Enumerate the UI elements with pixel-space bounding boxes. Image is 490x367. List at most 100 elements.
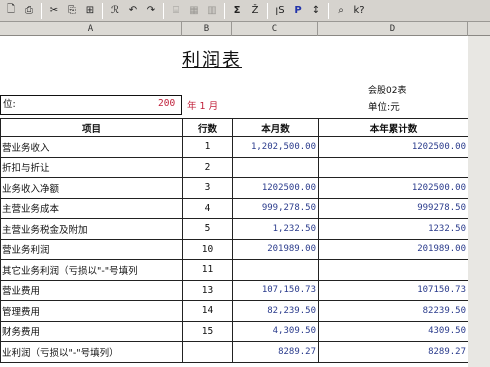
column-header-a[interactable]: A bbox=[0, 22, 182, 36]
copy-icon[interactable]: ⎘ bbox=[64, 3, 80, 19]
cell-item[interactable]: 主营业务税金及附加 bbox=[0, 218, 183, 240]
p-icon[interactable]: P bbox=[290, 3, 306, 19]
toolbar-separator bbox=[163, 2, 164, 19]
cell-item[interactable]: 营业务收入 bbox=[0, 136, 183, 158]
column-header-d[interactable]: D bbox=[318, 22, 468, 36]
cell-item[interactable]: 其它业务利润（亏损以"-"号填列 bbox=[0, 259, 183, 281]
cell-item[interactable]: 业务收入净额 bbox=[0, 177, 183, 199]
table-row: 其它业务利润（亏损以"-"号填列 11 bbox=[0, 259, 469, 281]
cell-month[interactable]: 201989.00 bbox=[232, 238, 319, 260]
column-header-b[interactable]: B bbox=[182, 22, 232, 36]
cell-month[interactable] bbox=[232, 259, 319, 281]
cell-line[interactable]: 5 bbox=[182, 218, 233, 240]
table-row: 折扣与折让 2 bbox=[0, 156, 469, 178]
cell-month[interactable]: 4,309.50 bbox=[232, 320, 319, 342]
sort-icon[interactable]: Ž bbox=[247, 3, 263, 19]
cell-month[interactable]: 107,150.73 bbox=[232, 279, 319, 301]
cell-ytd[interactable]: 82239.50 bbox=[318, 300, 469, 322]
cell-line[interactable]: 15 bbox=[182, 320, 233, 342]
column-header-c[interactable]: C bbox=[232, 22, 318, 36]
font-icon[interactable]: ⌸ bbox=[168, 3, 184, 19]
print-icon[interactable]: ⎙ bbox=[21, 3, 37, 19]
format-painter-icon[interactable]: ℛ bbox=[107, 3, 123, 19]
sheet-edge bbox=[468, 36, 490, 367]
cell-month[interactable]: 999,278.50 bbox=[232, 197, 319, 219]
cell-ytd[interactable]: 1202500.00 bbox=[318, 136, 469, 158]
redo-icon[interactable]: ↷ bbox=[143, 3, 159, 19]
sum-icon[interactable]: Σ bbox=[229, 3, 245, 19]
cell-line[interactable]: 1 bbox=[182, 136, 233, 158]
cell-item[interactable]: 财务费用 bbox=[0, 320, 183, 342]
header-item[interactable]: 项目 bbox=[0, 118, 183, 137]
cell-month[interactable]: 82,239.50 bbox=[232, 300, 319, 322]
report-title: 利润表 bbox=[182, 50, 242, 71]
cell-line[interactable]: 2 bbox=[182, 156, 233, 178]
cell-ytd[interactable]: 1202500.00 bbox=[318, 177, 469, 199]
year-value: 200 bbox=[158, 98, 176, 109]
border-icon[interactable]: ▦ bbox=[186, 3, 202, 19]
table-row: 管理费用 14 82,239.50 82239.50 bbox=[0, 300, 469, 322]
cell-line[interactable] bbox=[182, 341, 233, 363]
table-row: 财务费用 15 4,309.50 4309.50 bbox=[0, 320, 469, 342]
table-row: 营业务利润 10 201989.00 201989.00 bbox=[0, 238, 469, 260]
cell-item[interactable]: 营业费用 bbox=[0, 279, 183, 301]
cell-ytd[interactable]: 1232.50 bbox=[318, 218, 469, 240]
table-row: 主营业务成本 4 999,278.50 999278.50 bbox=[0, 197, 469, 219]
unit-dept-cell[interactable]: 位: bbox=[0, 95, 182, 115]
unit-dept-label: 位: bbox=[3, 99, 16, 110]
income-statement-table: 项目 行数 本月数 本年累计数 营业务收入 1 1,202,500.00 120250… bbox=[0, 118, 469, 363]
header-ytd[interactable]: 本年累计数 bbox=[318, 118, 469, 137]
toolbar-separator bbox=[224, 2, 225, 19]
table-row: 业利润（亏损以"-"号填列） 8289.27 8289.27 bbox=[0, 341, 469, 363]
cell-month[interactable]: 1,232.50 bbox=[232, 218, 319, 240]
cell-line[interactable]: 4 bbox=[182, 197, 233, 219]
cell-line[interactable]: 10 bbox=[182, 238, 233, 260]
cell-ytd[interactable]: 201989.00 bbox=[318, 238, 469, 260]
paste-icon[interactable]: ⊞ bbox=[82, 3, 98, 19]
cell-item[interactable]: 营业务利润 bbox=[0, 238, 183, 260]
new-file-icon[interactable]: 🗋 bbox=[3, 3, 19, 19]
cell-month[interactable]: 1,202,500.00 bbox=[232, 136, 319, 158]
zoom-icon[interactable]: ⌕ bbox=[333, 3, 349, 19]
toolbar-separator bbox=[102, 2, 103, 19]
cell-ytd[interactable]: 999278.50 bbox=[318, 197, 469, 219]
table-row: 业务收入净额 3 1202500.00 1202500.00 bbox=[0, 177, 469, 199]
cell-month[interactable]: 1202500.00 bbox=[232, 177, 319, 199]
help-icon[interactable]: k? bbox=[351, 3, 367, 19]
chart-icon[interactable]: ꞁS bbox=[272, 3, 288, 19]
cell-line[interactable]: 3 bbox=[182, 177, 233, 199]
cell-line[interactable]: 11 bbox=[182, 259, 233, 281]
cell-item[interactable]: 折扣与折让 bbox=[0, 156, 183, 178]
currency-unit: 单位:元 bbox=[368, 102, 400, 113]
cell-ytd[interactable]: 8289.27 bbox=[318, 341, 469, 363]
cell-ytd[interactable] bbox=[318, 259, 469, 281]
header-month[interactable]: 本月数 bbox=[232, 118, 319, 137]
cell-ytd[interactable]: 4309.50 bbox=[318, 320, 469, 342]
merge-icon[interactable]: ▥ bbox=[204, 3, 220, 19]
table-row: 主营业务税金及附加 5 1,232.50 1232.50 bbox=[0, 218, 469, 240]
spreadsheet-area[interactable]: 利润表 会股02表 位: 200 年 1 月 单位:元 项目 行数 本月数 本年… bbox=[0, 36, 469, 367]
cut-icon[interactable]: ✂ bbox=[46, 3, 62, 19]
cell-line[interactable]: 14 bbox=[182, 300, 233, 322]
table-header-row: 项目 行数 本月数 本年累计数 bbox=[0, 118, 469, 137]
table-row: 营业务收入 1 1,202,500.00 1202500.00 bbox=[0, 136, 469, 158]
cell-item[interactable]: 业利润（亏损以"-"号填列） bbox=[0, 341, 183, 363]
undo-icon[interactable]: ↶ bbox=[125, 3, 141, 19]
toolbar-separator bbox=[41, 2, 42, 19]
cell-month[interactable] bbox=[232, 156, 319, 178]
cell-month[interactable]: 8289.27 bbox=[232, 341, 319, 363]
cell-ytd[interactable] bbox=[318, 156, 469, 178]
header-line[interactable]: 行数 bbox=[182, 118, 233, 137]
year-month-label: 年 1 月 bbox=[187, 101, 219, 112]
toolbar-separator bbox=[267, 2, 268, 19]
column-header-bar: A B C D bbox=[0, 22, 490, 36]
cell-ytd[interactable]: 107150.73 bbox=[318, 279, 469, 301]
filter-icon[interactable]: ↕ bbox=[308, 3, 324, 19]
cell-line[interactable]: 13 bbox=[182, 279, 233, 301]
cell-item[interactable]: 主营业务成本 bbox=[0, 197, 183, 219]
toolbar: 🗋 ⎙ ✂ ⎘ ⊞ ℛ ↶ ↷ ⌸ ▦ ▥ Σ ŽꞁS P ↕ ⌕ k? bbox=[0, 0, 490, 22]
report-code: 会股02表 bbox=[368, 86, 407, 96]
cell-item[interactable]: 管理费用 bbox=[0, 300, 183, 322]
toolbar-separator bbox=[328, 2, 329, 19]
table-row: 营业费用 13 107,150.73 107150.73 bbox=[0, 279, 469, 301]
